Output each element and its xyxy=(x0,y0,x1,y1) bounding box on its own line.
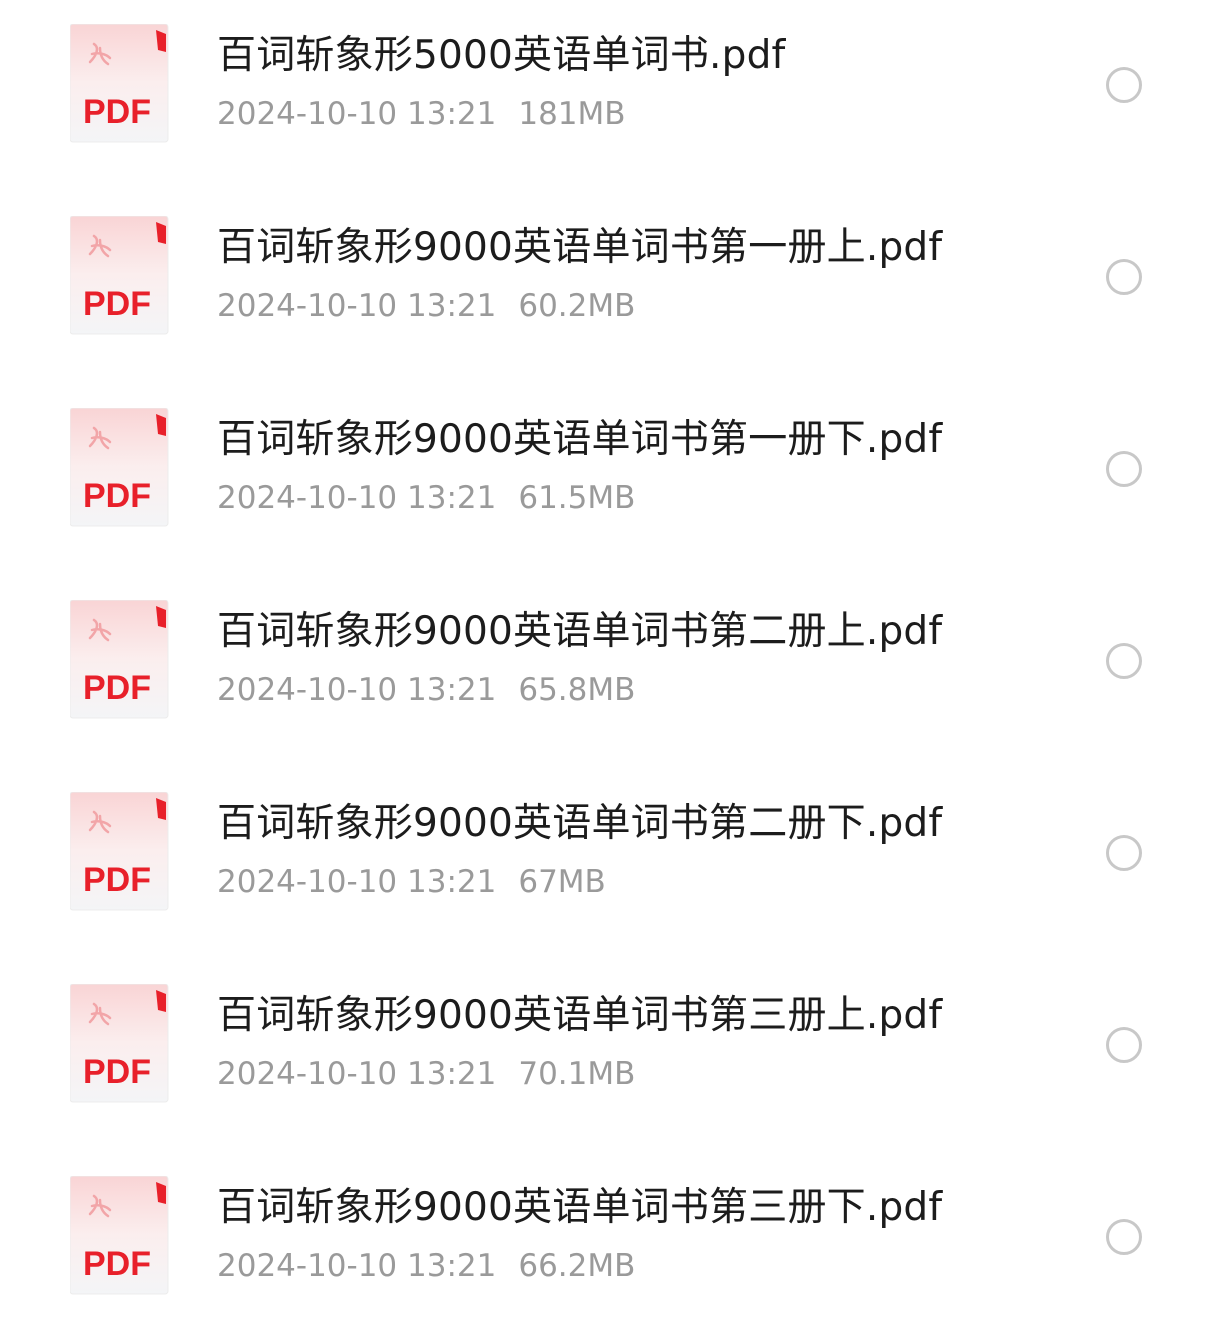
file-size: 181MB xyxy=(518,96,626,132)
file-date: 2024-10-10 13:21 xyxy=(217,1056,497,1092)
file-row[interactable]: PDF 百词斩象形9000英语单词书第二册下.pdf 2024-10-10 13… xyxy=(0,768,1220,960)
file-name: 百词斩象形9000英语单词书第三册下.pdf xyxy=(217,1185,943,1230)
pdf-icon: PDF xyxy=(70,24,170,144)
pdf-icon: PDF xyxy=(70,1176,170,1296)
file-row[interactable]: PDF 百词斩象形5000英语单词书.pdf 2024-10-10 13:21 1… xyxy=(0,0,1220,192)
file-meta: 2024-10-10 13:21 60.2MB xyxy=(217,284,635,328)
select-radio[interactable] xyxy=(1106,1219,1142,1255)
file-name: 百词斩象形9000英语单词书第三册上.pdf xyxy=(217,993,943,1038)
pdf-icon: PDF xyxy=(70,792,170,912)
pdf-icon-label: PDF xyxy=(83,669,151,707)
select-radio[interactable] xyxy=(1106,835,1142,871)
file-name: 百词斩象形9000英语单词书第二册下.pdf xyxy=(217,801,943,846)
file-row[interactable]: PDF 百词斩象形9000英语单词书第三册下.pdf 2024-10-10 13… xyxy=(0,1152,1220,1344)
file-row[interactable]: PDF 百词斩象形9000英语单词书第三册上.pdf 2024-10-10 13… xyxy=(0,960,1220,1152)
select-radio[interactable] xyxy=(1106,259,1142,295)
file-date: 2024-10-10 13:21 xyxy=(217,480,497,516)
select-radio[interactable] xyxy=(1106,67,1142,103)
pdf-icon-label: PDF xyxy=(83,1245,151,1283)
pdf-icon-label: PDF xyxy=(83,93,151,131)
file-meta: 2024-10-10 13:21 66.2MB xyxy=(217,1244,635,1288)
file-meta: 2024-10-10 13:21 65.8MB xyxy=(217,668,635,712)
file-size: 67MB xyxy=(518,864,606,900)
file-list: PDF 百词斩象形5000英语单词书.pdf 2024-10-10 13:21 1… xyxy=(0,0,1220,1343)
file-row[interactable]: PDF 百词斩象形9000英语单词书第一册上.pdf 2024-10-10 13… xyxy=(0,192,1220,384)
file-date: 2024-10-10 13:21 xyxy=(217,672,497,708)
file-meta: 2024-10-10 13:21 70.1MB xyxy=(217,1052,635,1096)
pdf-icon: PDF xyxy=(70,408,170,528)
file-meta: 2024-10-10 13:21 181MB xyxy=(217,92,626,136)
file-date: 2024-10-10 13:21 xyxy=(217,864,497,900)
file-row[interactable]: PDF 百词斩象形9000英语单词书第一册下.pdf 2024-10-10 13… xyxy=(0,384,1220,576)
file-size: 65.8MB xyxy=(518,672,636,708)
file-date: 2024-10-10 13:21 xyxy=(217,96,497,132)
pdf-icon: PDF xyxy=(70,600,170,720)
file-size: 61.5MB xyxy=(518,480,636,516)
file-size: 70.1MB xyxy=(518,1056,636,1092)
file-size: 66.2MB xyxy=(518,1248,636,1284)
file-name: 百词斩象形5000英语单词书.pdf xyxy=(217,33,786,78)
select-radio[interactable] xyxy=(1106,643,1142,679)
file-name: 百词斩象形9000英语单词书第一册上.pdf xyxy=(217,225,943,270)
file-name: 百词斩象形9000英语单词书第一册下.pdf xyxy=(217,417,943,462)
file-name: 百词斩象形9000英语单词书第二册上.pdf xyxy=(217,609,943,654)
file-meta: 2024-10-10 13:21 61.5MB xyxy=(217,476,635,520)
file-row[interactable]: PDF 百词斩象形9000英语单词书第二册上.pdf 2024-10-10 13… xyxy=(0,576,1220,768)
pdf-icon: PDF xyxy=(70,984,170,1104)
pdf-icon: PDF xyxy=(70,216,170,336)
file-size: 60.2MB xyxy=(518,288,636,324)
pdf-icon-label: PDF xyxy=(83,861,151,899)
file-date: 2024-10-10 13:21 xyxy=(217,1248,497,1284)
pdf-icon-label: PDF xyxy=(83,285,151,323)
pdf-icon-label: PDF xyxy=(83,1053,151,1091)
select-radio[interactable] xyxy=(1106,451,1142,487)
pdf-icon-label: PDF xyxy=(83,477,151,515)
select-radio[interactable] xyxy=(1106,1027,1142,1063)
file-meta: 2024-10-10 13:21 67MB xyxy=(217,860,606,904)
file-date: 2024-10-10 13:21 xyxy=(217,288,497,324)
